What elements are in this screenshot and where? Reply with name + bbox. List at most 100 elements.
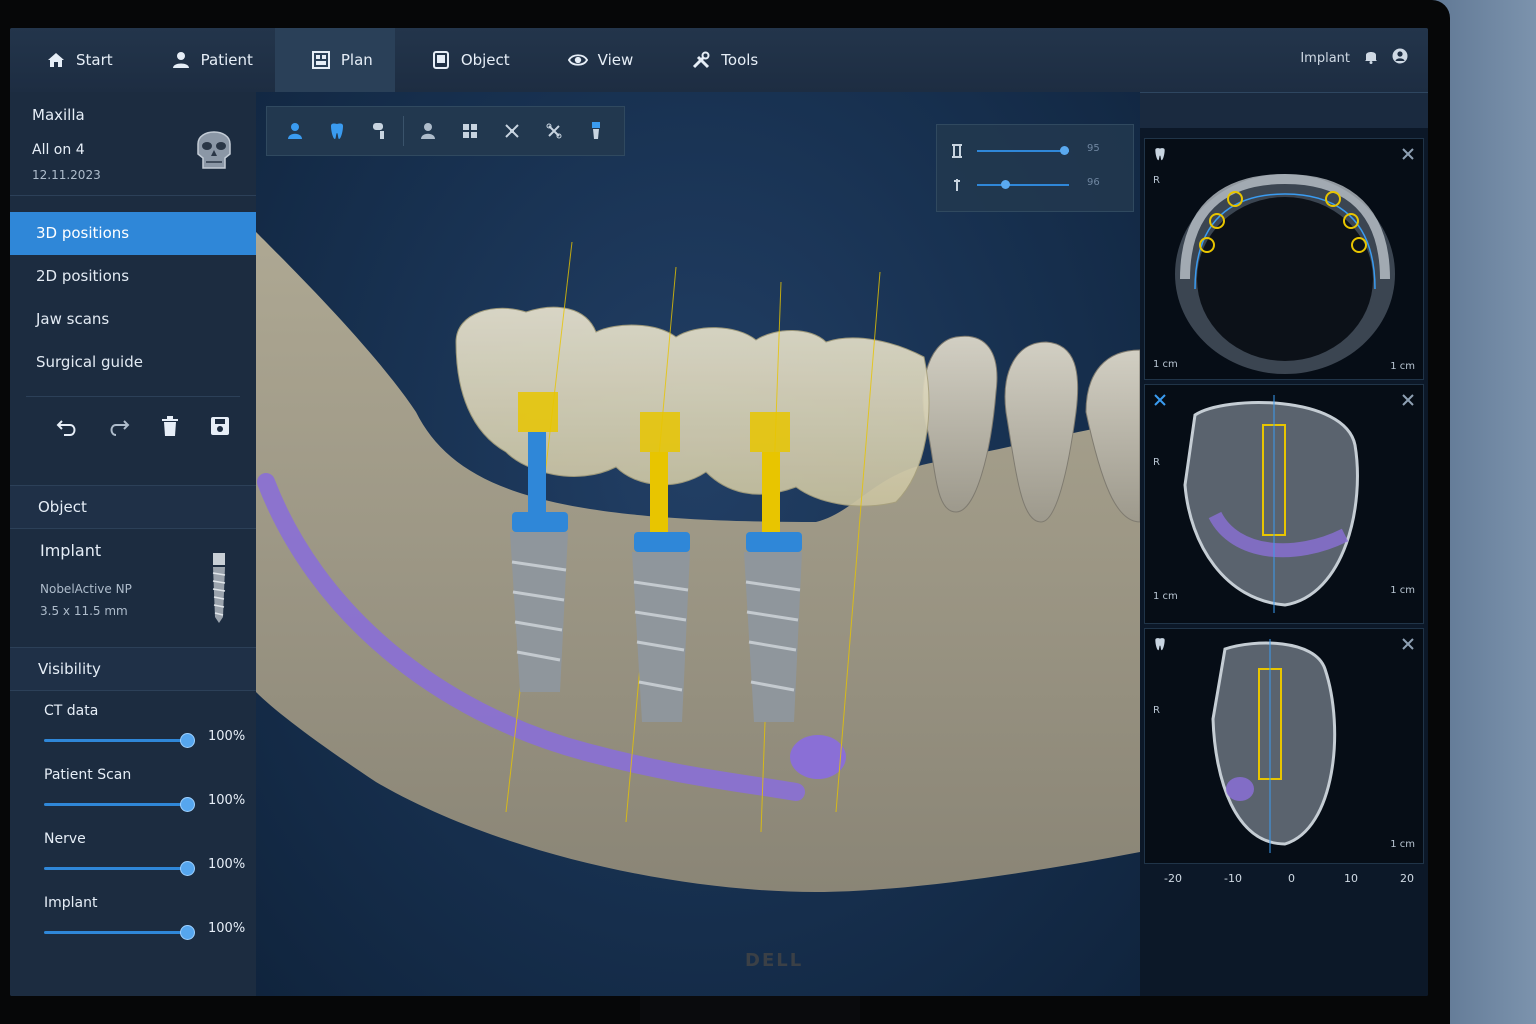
undo-icon[interactable] — [56, 415, 78, 437]
scale-label: 1 cm — [1390, 361, 1415, 372]
visibility-label: Patient Scan — [44, 767, 132, 783]
close-icon[interactable] — [1397, 143, 1419, 165]
tab-label: Patient — [200, 51, 253, 69]
ct-opacity-slider[interactable] — [44, 739, 186, 742]
jaw-3d-render[interactable] — [256, 92, 1140, 996]
axis-tick: -20 — [1164, 872, 1182, 885]
case-info: Maxilla All on 4 12.11.2023 — [10, 92, 256, 196]
axis-tick: 0 — [1288, 872, 1295, 885]
3d-viewport[interactable]: 95 96 — [256, 92, 1140, 996]
cross-tool-icon[interactable] — [1149, 389, 1171, 411]
visibility-row-nerve: Nerve 100% — [44, 827, 256, 891]
redo-icon[interactable] — [108, 415, 130, 437]
user-icon — [171, 50, 191, 70]
tooth-icon[interactable] — [319, 113, 355, 149]
tab-start[interactable]: Start — [10, 28, 135, 92]
cross-tool-icon[interactable] — [494, 113, 530, 149]
tab-label: Start — [76, 51, 113, 69]
clip-slider-handle[interactable] — [1000, 180, 1010, 189]
tab-label: Object — [460, 51, 510, 69]
plan-icon — [311, 50, 331, 70]
tab-label: View — [597, 51, 634, 69]
axial-view[interactable]: R 1 cm 1 cm — [1144, 138, 1424, 380]
axis-tick: 10 — [1344, 872, 1358, 885]
cross-section-view-1[interactable]: R 1 cm 1 cm — [1144, 384, 1424, 624]
tab-plan[interactable]: Plan — [274, 28, 395, 92]
slice-views-panel: R 1 cm 1 cm R 1 cm 1 cm R 1 cm -20 -10 0… — [1140, 128, 1428, 996]
jaw-label: Maxilla — [32, 106, 85, 124]
visibility-row-implant: Implant 100% — [44, 891, 256, 955]
scale-label: 1 cm — [1390, 839, 1415, 850]
tab-object[interactable]: Object — [395, 28, 532, 92]
trash-icon[interactable] — [160, 415, 180, 437]
viewport-toolbar — [266, 106, 625, 156]
tab-label: Tools — [721, 51, 759, 69]
tab-patient[interactable]: Patient — [135, 28, 275, 92]
axis-tick: 20 — [1400, 872, 1414, 885]
visibility-panel: CT data 100% Patient Scan 100% Nerve 100… — [10, 691, 256, 955]
visibility-value: 100% — [208, 729, 246, 744]
tooth-icon[interactable] — [1149, 633, 1171, 655]
nav-jaw-scans[interactable]: Jaw scans — [10, 298, 256, 341]
orientation-label: R — [1153, 705, 1160, 716]
cross-section-image-2 — [1211, 639, 1337, 853]
mental-foramen — [790, 735, 846, 779]
monitor-brand-logo: DELL — [745, 950, 804, 971]
visibility-value: 100% — [208, 793, 246, 808]
save-icon[interactable] — [210, 415, 230, 437]
tab-label: Plan — [340, 51, 373, 69]
account-icon[interactable] — [1392, 48, 1408, 68]
clip-value: 96 — [1087, 177, 1100, 188]
implant-tooth-icon[interactable] — [361, 113, 397, 149]
scale-label: 1 cm — [1153, 359, 1178, 370]
object-panel: Implant NobelActive NP 3.5 x 11.5 mm — [10, 529, 256, 647]
eye-icon — [567, 50, 588, 70]
implant-model: NobelActive NP — [40, 582, 132, 596]
close-icon[interactable] — [1397, 389, 1419, 411]
clip-slider-row: 96 — [949, 175, 1125, 195]
skull-icon — [197, 131, 231, 169]
clip-depth-icon — [954, 179, 960, 191]
bell-icon[interactable] — [1364, 48, 1378, 68]
axial-slice-image — [1175, 173, 1395, 374]
clip-slider-track[interactable] — [977, 150, 1069, 152]
tooth-icon[interactable] — [1149, 143, 1171, 165]
visibility-label: Nerve — [44, 831, 86, 847]
orientation-label: R — [1153, 175, 1160, 186]
slider-handle[interactable] — [180, 733, 195, 748]
axis-tick: -10 — [1224, 872, 1242, 885]
patient-view-icon[interactable] — [277, 113, 313, 149]
active-object-label: Implant — [1300, 50, 1350, 66]
nav-surgical-guide[interactable]: Surgical guide — [10, 341, 256, 384]
close-icon[interactable] — [1397, 633, 1419, 655]
home-icon — [46, 50, 66, 70]
visibility-value: 100% — [208, 921, 246, 936]
slider-handle[interactable] — [180, 925, 195, 940]
nav-2d-positions[interactable]: 2D positions — [10, 255, 256, 298]
implant-tool-icon[interactable] — [578, 113, 614, 149]
visibility-row-patient-scan: Patient Scan 100% — [44, 763, 256, 827]
implant-size: 3.5 x 11.5 mm — [40, 604, 128, 618]
visibility-section-header: Visibility — [10, 647, 256, 691]
tab-tools[interactable]: Tools — [655, 28, 780, 92]
visibility-label: Implant — [44, 895, 98, 911]
clip-slider-handle[interactable] — [1060, 146, 1070, 155]
nav-3d-positions[interactable]: 3D positions — [10, 212, 256, 255]
nerve-opacity-slider[interactable] — [44, 867, 186, 870]
slider-handle[interactable] — [180, 861, 195, 876]
person-icon[interactable] — [410, 113, 446, 149]
plan-navigation: 3D positions 2D positions Jaw scans Surg… — [10, 196, 256, 384]
clipping-controls: 95 96 — [936, 124, 1134, 212]
scale-label: 1 cm — [1390, 585, 1415, 596]
object-section-header: Object — [10, 485, 256, 529]
object-name: Implant — [40, 541, 102, 560]
slider-handle[interactable] — [180, 797, 195, 812]
implant-opacity-slider[interactable] — [44, 931, 186, 934]
clip-slider-track[interactable] — [977, 184, 1069, 186]
cross-section-view-2[interactable]: R 1 cm — [1144, 628, 1424, 864]
app-window: Start Patient Plan Object View Tools Imp… — [10, 28, 1428, 996]
arrange-icon[interactable] — [452, 113, 488, 149]
tab-view[interactable]: View — [532, 28, 656, 92]
patient-scan-opacity-slider[interactable] — [44, 803, 186, 806]
link-tool-icon[interactable] — [536, 113, 572, 149]
